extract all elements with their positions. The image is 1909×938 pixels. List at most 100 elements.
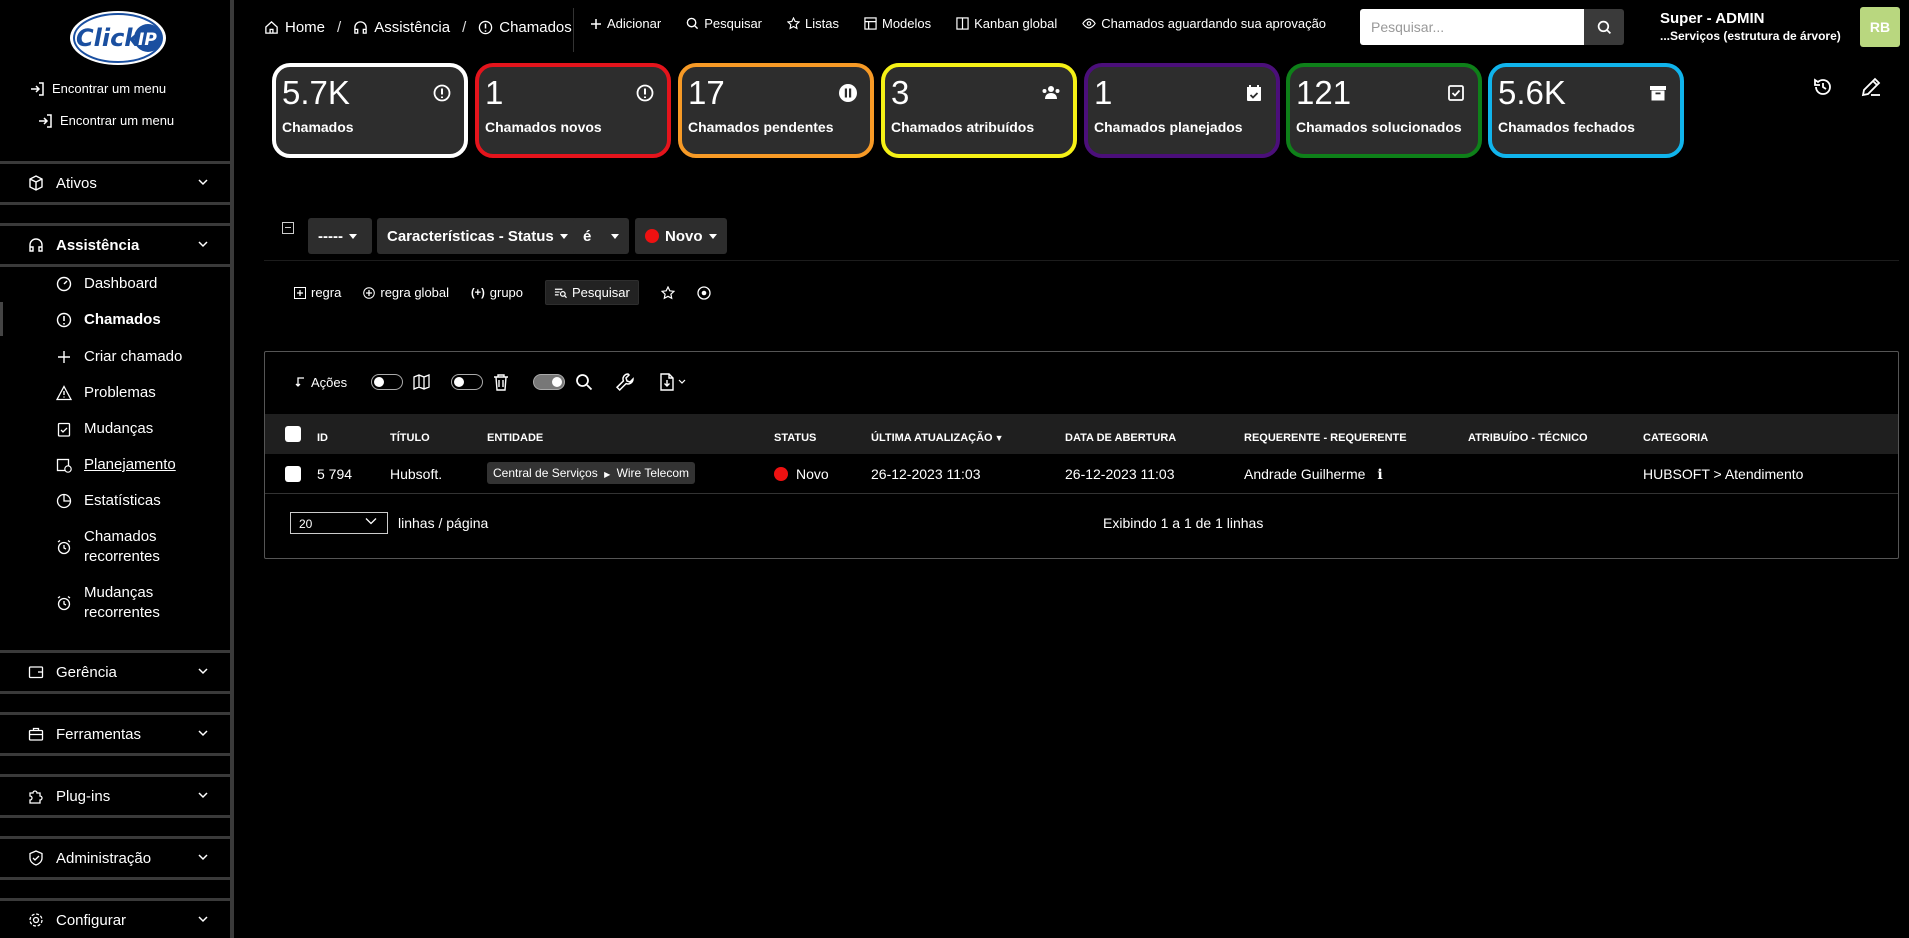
toggle-display[interactable] <box>533 374 566 390</box>
per-page-select[interactable]: 20 <box>290 512 388 534</box>
reset-circle-icon[interactable] <box>697 285 711 300</box>
sidebar-item-chamados[interactable]: Chamados <box>56 310 161 330</box>
stat-card[interactable]: 1 Chamados planejados <box>1084 63 1280 158</box>
gear-icon <box>29 913 43 927</box>
add-rule-button[interactable]: regra <box>294 285 341 300</box>
pagination: 20 linhas / página <box>290 512 488 534</box>
criteria-field-select[interactable]: Características - Status <box>377 218 578 254</box>
chevron-down-icon <box>198 854 208 861</box>
breadcrumb-separator: / <box>337 18 342 36</box>
sidebar-item-mudancas-recorrentes[interactable]: Mudanças recorrentes <box>56 583 160 623</box>
add-button[interactable]: Adicionar <box>590 16 661 31</box>
kanban-button[interactable]: Kanban global <box>956 16 1057 31</box>
avatar[interactable]: RB <box>1860 7 1900 47</box>
criteria-link-value: ----- <box>318 227 343 245</box>
criteria-value-select[interactable]: Novo <box>635 218 727 254</box>
breadcrumb-chamados[interactable]: Chamados <box>478 19 572 36</box>
chevron-down-icon <box>198 792 208 799</box>
criteria-operator-value: é <box>583 227 592 245</box>
info-icon[interactable]: i <box>1377 467 1382 483</box>
search-icon <box>1597 20 1611 34</box>
toggle-map[interactable] <box>371 374 404 390</box>
cell-title[interactable]: Hubsoft. <box>390 466 442 482</box>
actions-button[interactable]: Ações <box>295 375 347 390</box>
column-id[interactable]: ID <box>317 432 328 444</box>
stat-card[interactable]: 17 Chamados pendentes <box>678 63 874 158</box>
templates-button[interactable]: Modelos <box>864 16 931 31</box>
select-all-checkbox[interactable] <box>285 426 301 442</box>
templates-label: Modelos <box>881 16 932 31</box>
sidebar-section-configurar[interactable]: Configurar <box>0 898 234 938</box>
sidebar-item-planejamento[interactable]: Planejamento <box>56 455 176 475</box>
star-icon[interactable] <box>660 285 675 300</box>
entity-part: Wire Telecom <box>616 466 690 480</box>
search-input[interactable]: Pesquisar... <box>1360 9 1584 45</box>
criteria-collapse-toggle[interactable] <box>282 222 294 234</box>
column-status[interactable]: STATUS <box>774 432 816 444</box>
column-title[interactable]: TÍTULO <box>390 432 430 444</box>
map-marker-icon[interactable] <box>413 373 431 391</box>
add-global-rule-button[interactable]: regra global <box>363 285 449 300</box>
sidebar-section-ativos[interactable]: Ativos <box>0 161 234 205</box>
eye-icon <box>1082 18 1097 29</box>
sidebar-section-ferramentas[interactable]: Ferramentas <box>0 712 234 756</box>
sidebar-item-mudancas[interactable]: Mudanças <box>56 419 153 439</box>
trash-icon[interactable] <box>493 373 509 391</box>
pagination-summary: Exibindo 1 a 1 de 1 linhas <box>1103 515 1264 531</box>
lists-button[interactable]: Listas <box>787 16 839 31</box>
sidebar-item-criar-chamado[interactable]: Criar chamado <box>56 347 182 367</box>
history-icon[interactable] <box>1812 76 1834 98</box>
plus-icon <box>591 18 601 29</box>
criteria-operator-select[interactable]: é <box>573 218 629 254</box>
logo[interactable]: Click IP <box>66 8 170 68</box>
add-group-button[interactable]: (+) grupo <box>471 285 523 300</box>
chevron-down-icon <box>198 668 208 675</box>
search-criteria-button[interactable]: Pesquisar <box>545 280 639 305</box>
search-button[interactable]: Pesquisar <box>686 16 762 31</box>
sidebar-item-label: Problemas <box>84 384 156 401</box>
table-row[interactable]: 5 794 Hubsoft. Central de Serviços ▶ Wir… <box>265 454 1898 494</box>
sidebar-item-dashboard[interactable]: Dashboard <box>56 274 157 294</box>
column-assigned[interactable]: ATRIBUÍDO - TÉCNICO <box>1468 432 1588 444</box>
stat-card-label: Chamados novos <box>485 119 602 135</box>
find-menu-link[interactable]: Encontrar um menu <box>30 81 166 96</box>
sidebar-section-label: Administração <box>56 849 152 867</box>
edit-icon[interactable] <box>1860 76 1882 98</box>
caret-down-icon <box>348 233 357 239</box>
sidebar-item-chamados-recorrentes[interactable]: Chamados recorrentes <box>56 527 160 567</box>
row-checkbox[interactable] <box>285 466 301 482</box>
breadcrumb-assistencia[interactable]: Assistência <box>353 19 450 36</box>
find-menu-label: Encontrar um menu <box>52 81 167 96</box>
sidebar-section-plugins[interactable]: Plug-ins <box>0 774 234 818</box>
cell-id[interactable]: 5 794 <box>317 466 352 482</box>
stat-card[interactable]: 1 Chamados novos <box>475 63 671 158</box>
toggle-trash[interactable] <box>451 374 484 390</box>
stat-card[interactable]: 3 Chamados atribuídos <box>881 63 1077 158</box>
breadcrumb-home[interactable]: Home <box>264 19 325 36</box>
column-category[interactable]: CATEGORIA <box>1643 432 1708 444</box>
sidebar-item-estatisticas[interactable]: Estatísticas <box>56 491 161 511</box>
sidebar-section-assistencia[interactable]: Assistência <box>0 223 234 267</box>
awaiting-approval-button[interactable]: Chamados aguardando sua aprovação <box>1082 16 1326 31</box>
search-icon[interactable] <box>575 373 593 391</box>
sidebar-section-administracao[interactable]: Administração <box>0 836 234 880</box>
column-opening-date[interactable]: DATA DE ABERTURA <box>1065 432 1176 444</box>
stat-card[interactable]: 5.6K Chamados fechados <box>1488 63 1684 158</box>
sign-in-icon <box>39 113 52 128</box>
sidebar-item-problemas[interactable]: Problemas <box>56 383 156 403</box>
column-requester[interactable]: REQUERENTE - REQUERENTE <box>1244 432 1407 444</box>
wrench-icon[interactable] <box>615 372 635 392</box>
export-button[interactable] <box>659 373 686 391</box>
lists-label: Listas <box>805 16 839 31</box>
results-panel: Ações ID TÍTULO ENTIDADE STATUS ÚLTIMA A… <box>264 351 1899 559</box>
criteria-value-value: Novo <box>665 227 703 245</box>
stat-card[interactable]: 121 Chamados solucionados <box>1286 63 1482 158</box>
sidebar-section-gerencia[interactable]: Gerência <box>0 650 234 694</box>
user-menu[interactable]: Super - ADMIN ...Serviços (estrutura de … <box>1660 10 1841 43</box>
column-last-update[interactable]: ÚLTIMA ATUALIZAÇÃO ▼ <box>871 432 1004 444</box>
column-entity[interactable]: ENTIDADE <box>487 432 543 444</box>
find-menu-link[interactable]: Encontrar um menu <box>38 113 174 128</box>
stat-card[interactable]: 5.7K Chamados <box>272 63 468 158</box>
criteria-link-select[interactable]: ----- <box>308 218 372 254</box>
search-submit-button[interactable] <box>1584 9 1624 45</box>
